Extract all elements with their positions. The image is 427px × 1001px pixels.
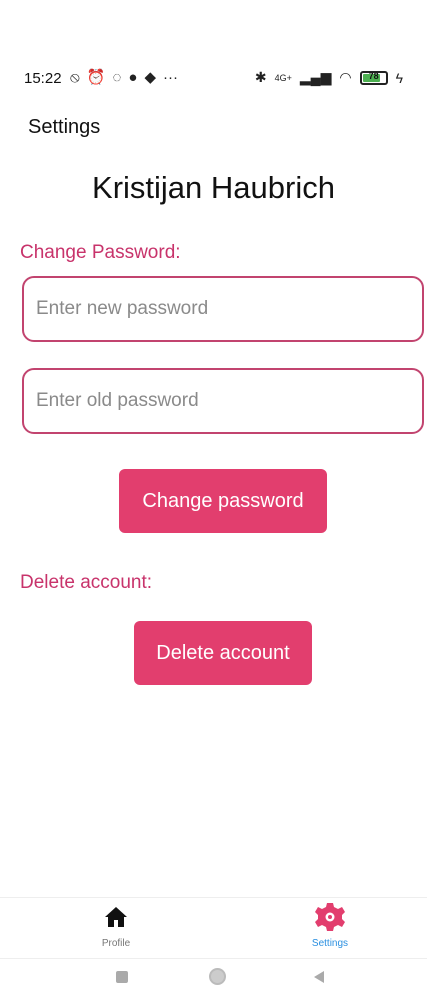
wifi-icon: ◠ xyxy=(339,69,352,85)
bluetooth-icon: ✱ xyxy=(254,69,267,85)
user-name: Kristijan Haubrich xyxy=(92,170,335,205)
notifications-off-icon: ⦸ xyxy=(70,69,80,86)
app-icon: ◆ xyxy=(144,69,156,86)
change-password-label: Change Password: xyxy=(20,242,181,263)
old-password-field[interactable] xyxy=(22,368,424,434)
tab-profile-label: Profile xyxy=(101,938,131,949)
more-icon: ··· xyxy=(163,69,178,86)
signal-icon: ▂▄▆ xyxy=(299,69,332,85)
battery-level: 78 xyxy=(368,70,379,81)
status-time: 15:22 xyxy=(24,70,62,87)
delete-account-label: Delete account: xyxy=(20,572,153,593)
page-title: Settings xyxy=(28,116,101,138)
tab-settings[interactable]: Settings xyxy=(290,902,370,949)
home-button[interactable] xyxy=(209,968,226,985)
whatsapp-icon: ◌ xyxy=(112,69,122,86)
bottom-nav: Profile Settings xyxy=(0,897,427,951)
old-password-input[interactable] xyxy=(24,370,422,432)
new-password-input[interactable] xyxy=(24,278,422,340)
status-bar: 15:22 ⦸ ⏰ ◌ ● ◆ ··· ✱ 4G+ ▂▄▆ ◠ 78 ϟ xyxy=(0,68,427,92)
status-left-icons: ⦸ ⏰ ◌ ● ◆ ··· xyxy=(70,69,178,87)
back-button[interactable] xyxy=(314,971,324,983)
alarm-icon: ⏰ xyxy=(86,69,106,86)
app-icon: ● xyxy=(128,69,138,86)
recents-button[interactable] xyxy=(116,971,128,983)
battery-icon: 78 xyxy=(359,70,388,85)
network-label: 4G+ xyxy=(274,72,292,83)
system-nav-bar xyxy=(0,958,427,994)
delete-account-button[interactable]: Delete account xyxy=(134,621,312,685)
tab-settings-label: Settings xyxy=(311,938,349,949)
tab-profile[interactable]: Profile xyxy=(76,902,156,949)
charging-icon: ϟ xyxy=(395,69,403,86)
new-password-field[interactable] xyxy=(22,276,424,342)
gear-icon xyxy=(290,902,370,932)
change-password-button[interactable]: Change password xyxy=(119,469,327,533)
home-icon xyxy=(76,902,156,932)
status-right-icons: ✱ 4G+ ▂▄▆ ◠ 78 ϟ xyxy=(255,69,403,86)
